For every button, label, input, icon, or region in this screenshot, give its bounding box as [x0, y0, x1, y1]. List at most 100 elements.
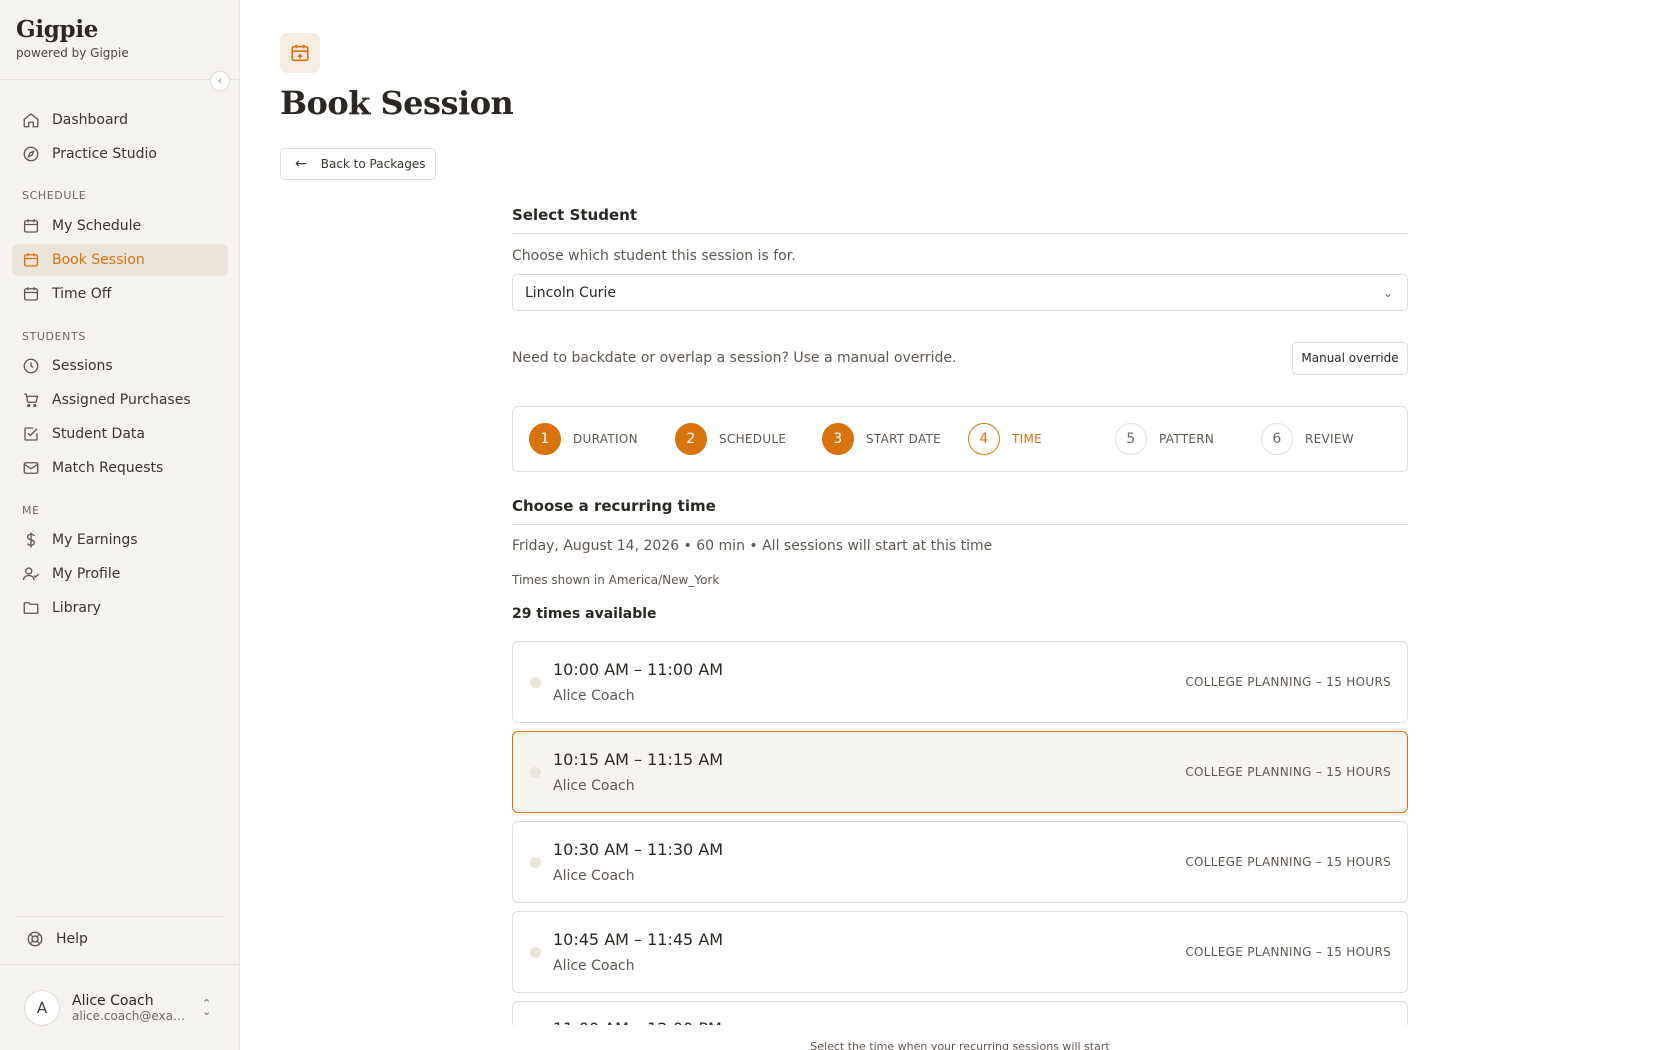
step-number: 1 [529, 423, 561, 455]
help-link[interactable]: Help [26, 930, 88, 948]
step-pattern: 5 PATTERN [1115, 423, 1214, 455]
slot-time: 10:45 AM – 11:45 AM [553, 930, 724, 949]
slot-package: COLLEGE PLANNING – 15 HOURS [1185, 945, 1391, 959]
sidebar-item-my-profile[interactable]: My Profile [12, 558, 228, 590]
sidebar-item-my-earnings[interactable]: My Earnings [12, 524, 228, 556]
radio-indicator [530, 767, 541, 778]
page-title: Book Session [280, 84, 514, 122]
sidebar-item-match-requests[interactable]: Match Requests [12, 452, 228, 484]
select-student-heading: Select Student [512, 206, 637, 224]
sidebar-item-student-data[interactable]: Student Data [12, 418, 228, 450]
sidebar-item-time-off[interactable]: Time Off [12, 278, 228, 310]
slot-time: 10:15 AM – 11:15 AM [553, 750, 724, 769]
timezone-note: Times shown in America/New_York [512, 573, 720, 587]
nav-section-me: ME [22, 504, 40, 517]
dollar-icon [26, 532, 36, 548]
step-label: REVIEW [1305, 432, 1354, 446]
sidebar-item-dashboard[interactable]: Dashboard [12, 104, 228, 136]
step-time[interactable]: 4 TIME [968, 423, 1042, 455]
check-square-icon [24, 427, 38, 441]
chevron-left-icon: ‹ [217, 74, 223, 87]
sidebar-item-book-session[interactable]: Book Session [12, 244, 228, 276]
sidebar-item-label: Sessions [52, 358, 113, 374]
sidebar-item-practice-studio[interactable]: Practice Studio [12, 138, 228, 170]
step-review: 6 REVIEW [1261, 423, 1354, 455]
step-schedule[interactable]: 2 SCHEDULE [675, 423, 786, 455]
time-slot-option[interactable]: 10:30 AM – 11:30 AM Alice Coach COLLEGE … [512, 821, 1408, 903]
user-email: alice.coach@example.com [72, 1009, 192, 1023]
chevron-down-icon: ⌄ [1382, 285, 1393, 300]
calendar-icon [23, 287, 39, 301]
time-slot-option[interactable]: 10:45 AM – 11:45 AM Alice Coach COLLEGE … [512, 911, 1408, 993]
step-start-date[interactable]: 3 START DATE [822, 423, 941, 455]
session-summary: Friday, August 14, 2026 • 60 min • All s… [512, 538, 993, 554]
step-number: 4 [968, 423, 1000, 455]
student-select[interactable]: Lincoln Curie ⌄ [512, 274, 1408, 311]
folder-icon [23, 602, 39, 614]
help-label: Help [56, 931, 88, 947]
slot-time: 10:00 AM – 11:00 AM [553, 660, 724, 679]
step-number: 6 [1261, 423, 1293, 455]
sidebar-item-label: Student Data [52, 426, 145, 442]
calendar-icon [23, 253, 39, 267]
brand-title: Gigpie [16, 16, 99, 43]
section-divider [512, 524, 1408, 525]
sidebar-divider [16, 916, 224, 917]
step-label: SCHEDULE [719, 432, 787, 446]
clock-icon [23, 358, 39, 374]
manual-override-button[interactable]: Manual override [1292, 342, 1408, 375]
mail-icon [23, 462, 39, 474]
sidebar-item-label: Book Session [52, 252, 145, 268]
slot-package: COLLEGE PLANNING – 15 HOURS [1185, 855, 1391, 869]
chevron-up-down-icon: ⌃ ⌄ [202, 997, 212, 1018]
sidebar-divider [0, 964, 240, 965]
user-name: Alice Coach [72, 993, 154, 1009]
slot-coach: Alice Coach [553, 868, 635, 884]
slot-coach: Alice Coach [553, 688, 635, 704]
calendar-plus-icon [280, 33, 320, 73]
sidebar-item-sessions[interactable]: Sessions [12, 350, 228, 382]
step-label: PATTERN [1159, 432, 1215, 446]
footer-hint: Select the time when your recurring sess… [810, 1040, 1110, 1050]
step-label: TIME [1012, 432, 1043, 446]
time-slot-option[interactable]: 10:00 AM – 11:00 AM Alice Coach COLLEGE … [512, 641, 1408, 723]
sidebar-item-label: Practice Studio [52, 146, 157, 162]
radio-indicator [530, 677, 541, 688]
sidebar-item-label: Dashboard [52, 112, 128, 128]
sidebar-item-label: Match Requests [52, 460, 164, 476]
compass-icon [23, 146, 39, 162]
avatar: A [24, 990, 60, 1026]
sidebar-item-library[interactable]: Library [12, 592, 228, 624]
student-select-value: Lincoln Curie [525, 284, 616, 301]
user-icon [22, 567, 39, 581]
section-divider [512, 233, 1408, 234]
slot-time: 10:30 AM – 11:30 AM [553, 840, 724, 859]
cart-icon [24, 393, 39, 408]
nav-section-schedule: SCHEDULE [22, 189, 87, 202]
brand-subtitle: powered by Gigpie [16, 46, 129, 60]
step-duration[interactable]: 1 DURATION [529, 423, 638, 455]
radio-indicator [530, 947, 541, 958]
sidebar-divider [0, 79, 240, 80]
step-number: 2 [675, 423, 707, 455]
brand: Gigpie powered by Gigpie [16, 16, 129, 60]
nav-section-students: STUDENTS [22, 330, 86, 343]
booking-stepper: 1 DURATION 2 SCHEDULE 3 START DATE 4 TIM… [512, 406, 1408, 472]
collapse-sidebar-button[interactable]: ‹ [210, 71, 230, 91]
sidebar-item-assigned-purchases[interactable]: Assigned Purchases [12, 384, 228, 416]
back-to-packages-button[interactable]: ← Back to Packages [280, 148, 436, 180]
sidebar-item-label: My Profile [52, 566, 121, 582]
slot-package: COLLEGE PLANNING – 15 HOURS [1185, 765, 1391, 779]
radio-indicator [530, 857, 541, 868]
home-icon [23, 113, 39, 128]
step-number: 3 [822, 423, 854, 455]
user-info: Alice Coach alice.coach@example.com [72, 993, 192, 1023]
sidebar-item-label: Assigned Purchases [52, 392, 191, 408]
select-student-description: Choose which student this session is for… [512, 248, 796, 264]
sidebar-item-my-schedule[interactable]: My Schedule [12, 210, 228, 242]
slot-coach: Alice Coach [553, 778, 635, 794]
user-menu[interactable]: A Alice Coach alice.coach@example.com ⌃⌄ [24, 988, 220, 1028]
step-number: 5 [1115, 423, 1147, 455]
time-slot-option-selected[interactable]: 10:15 AM – 11:15 AM Alice Coach COLLEGE … [512, 731, 1408, 813]
arrow-left-icon: ← [295, 156, 307, 172]
